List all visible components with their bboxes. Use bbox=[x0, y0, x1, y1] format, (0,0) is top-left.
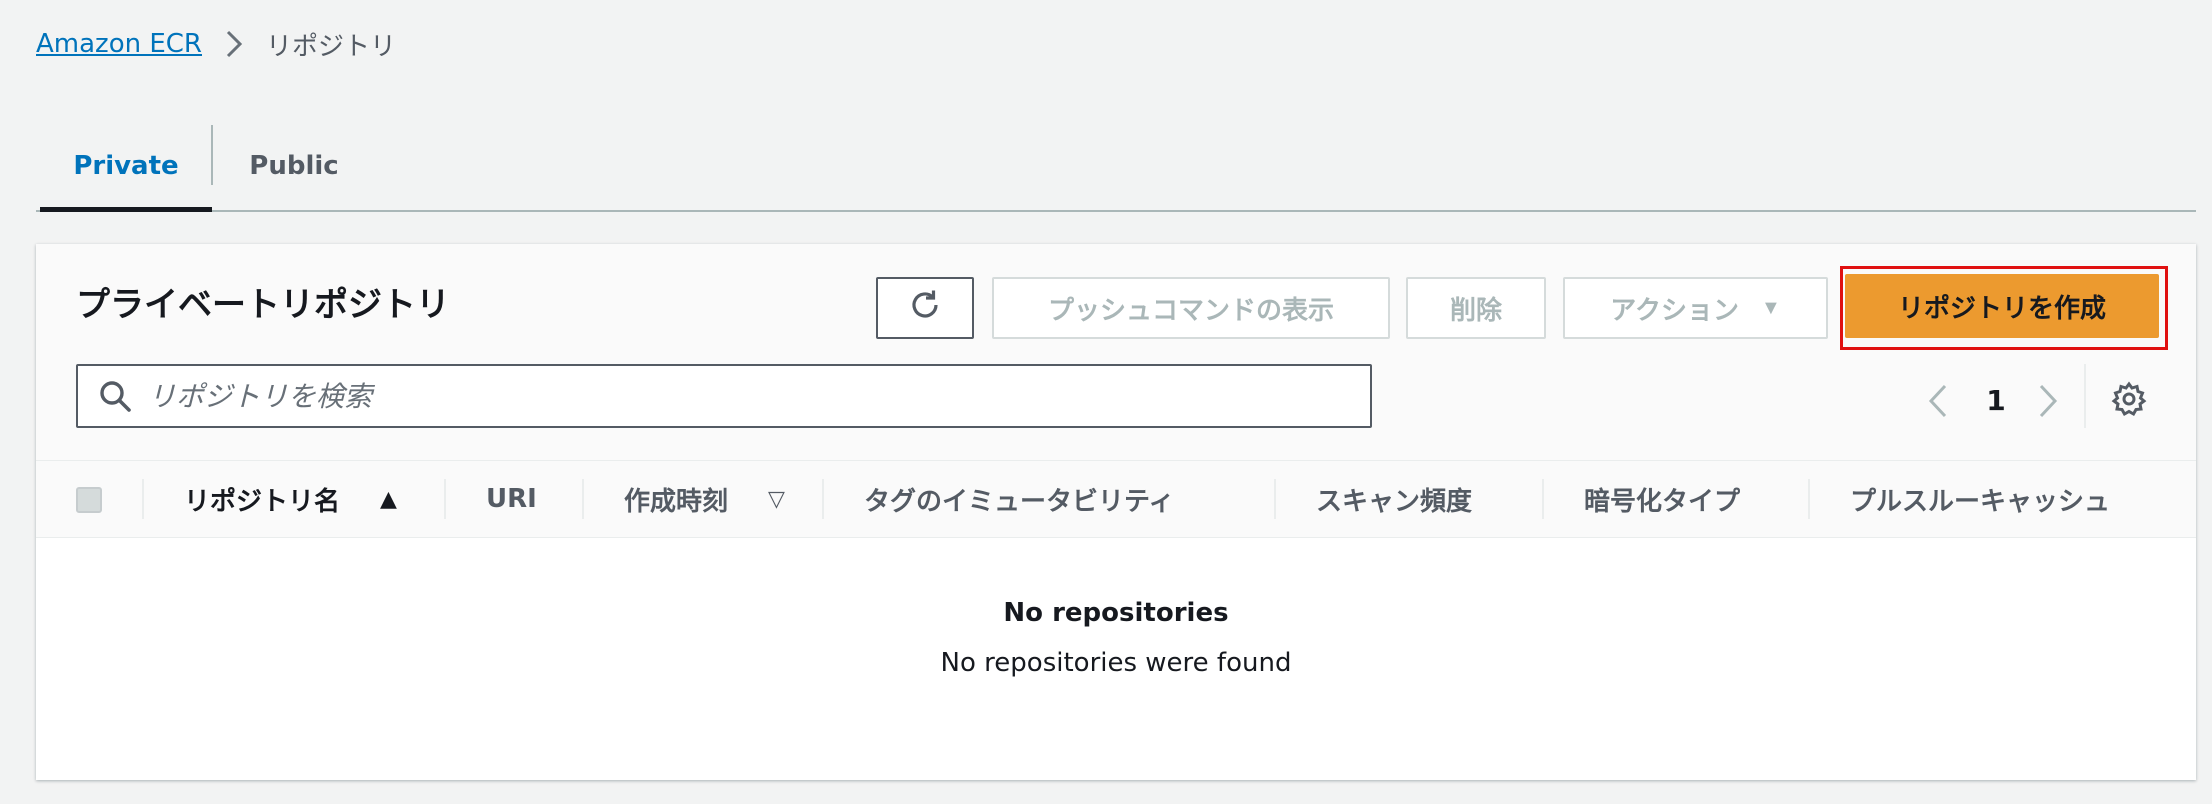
column-divider bbox=[1274, 479, 1276, 519]
panel-title: プライベートリポジトリ bbox=[76, 285, 450, 325]
search-field[interactable] bbox=[76, 364, 1372, 428]
column-label: 作成時刻 bbox=[624, 486, 729, 517]
column-divider bbox=[582, 479, 584, 519]
current-page-number[interactable]: 1 bbox=[1976, 376, 2016, 426]
empty-state-text: No repositories were found bbox=[940, 648, 1292, 678]
sort-descending-icon: ▽ bbox=[768, 486, 785, 512]
breadcrumb-current: リポジトリ bbox=[266, 31, 397, 62]
column-header-tag-immutability[interactable]: タグのイミュータビリティ bbox=[864, 461, 1174, 537]
delete-button[interactable]: 削除 bbox=[1406, 277, 1546, 339]
column-header-pull-through-cache[interactable]: プルスルーキャッシュ bbox=[1850, 461, 2110, 537]
column-label: URI bbox=[486, 484, 537, 514]
tab-divider bbox=[211, 125, 213, 185]
column-divider bbox=[444, 479, 446, 519]
refresh-button[interactable] bbox=[876, 277, 974, 339]
column-divider bbox=[142, 479, 144, 519]
view-push-commands-button[interactable]: プッシュコマンドの表示 bbox=[992, 277, 1390, 339]
search-icon bbox=[90, 371, 140, 421]
create-repository-button[interactable]: リポジトリを作成 bbox=[1845, 274, 2159, 338]
next-page-button[interactable] bbox=[2026, 379, 2070, 423]
column-label: プルスルーキャッシュ bbox=[1850, 486, 2111, 517]
column-header-scan-frequency[interactable]: スキャン頻度 bbox=[1316, 461, 1472, 537]
repositories-panel: プライベートリポジトリ プッシュコマンドの表示 削除 アクション ▼ リポジトリ… bbox=[36, 244, 2196, 780]
column-divider bbox=[822, 479, 824, 519]
tab-private[interactable]: Private bbox=[40, 122, 212, 212]
column-label: スキャン頻度 bbox=[1316, 486, 1473, 517]
tab-bar: Private Public bbox=[36, 122, 2196, 212]
select-all-checkbox[interactable] bbox=[76, 487, 102, 513]
column-header-encryption-type[interactable]: 暗号化タイプ bbox=[1584, 461, 1740, 537]
column-label: 暗号化タイプ bbox=[1584, 486, 1741, 517]
refresh-icon bbox=[907, 287, 943, 330]
column-header-created-at[interactable]: 作成時刻 ▽ bbox=[624, 461, 785, 537]
tab-public[interactable]: Public bbox=[214, 122, 374, 210]
empty-state-title: No repositories bbox=[1003, 598, 1229, 628]
column-header-repository-name[interactable]: リポジトリ名 ▲ bbox=[184, 461, 397, 537]
settings-gear-icon[interactable] bbox=[2104, 374, 2154, 424]
actions-label: アクション bbox=[1610, 294, 1739, 325]
actions-dropdown-button[interactable]: アクション ▼ bbox=[1563, 277, 1828, 339]
column-divider bbox=[1542, 479, 1544, 519]
pagination-divider bbox=[2084, 364, 2086, 428]
column-divider bbox=[1808, 479, 1810, 519]
chevron-right-icon bbox=[214, 26, 254, 62]
caret-down-icon: ▼ bbox=[1760, 296, 1781, 319]
breadcrumb: Amazon ECR リポジトリ bbox=[36, 26, 396, 62]
column-label: タグのイミュータビリティ bbox=[864, 486, 1175, 517]
sort-ascending-icon: ▲ bbox=[380, 486, 397, 512]
previous-page-button[interactable] bbox=[1916, 379, 1960, 423]
search-input[interactable] bbox=[148, 379, 1328, 413]
column-header-uri[interactable]: URI bbox=[486, 461, 537, 537]
table-header: リポジトリ名 ▲ URI 作成時刻 ▽ タグのイミュータビリティ スキャン頻度 … bbox=[36, 460, 2196, 538]
breadcrumb-link-amazon-ecr[interactable]: Amazon ECR bbox=[36, 29, 202, 59]
column-label: リポジトリ名 bbox=[184, 486, 341, 517]
